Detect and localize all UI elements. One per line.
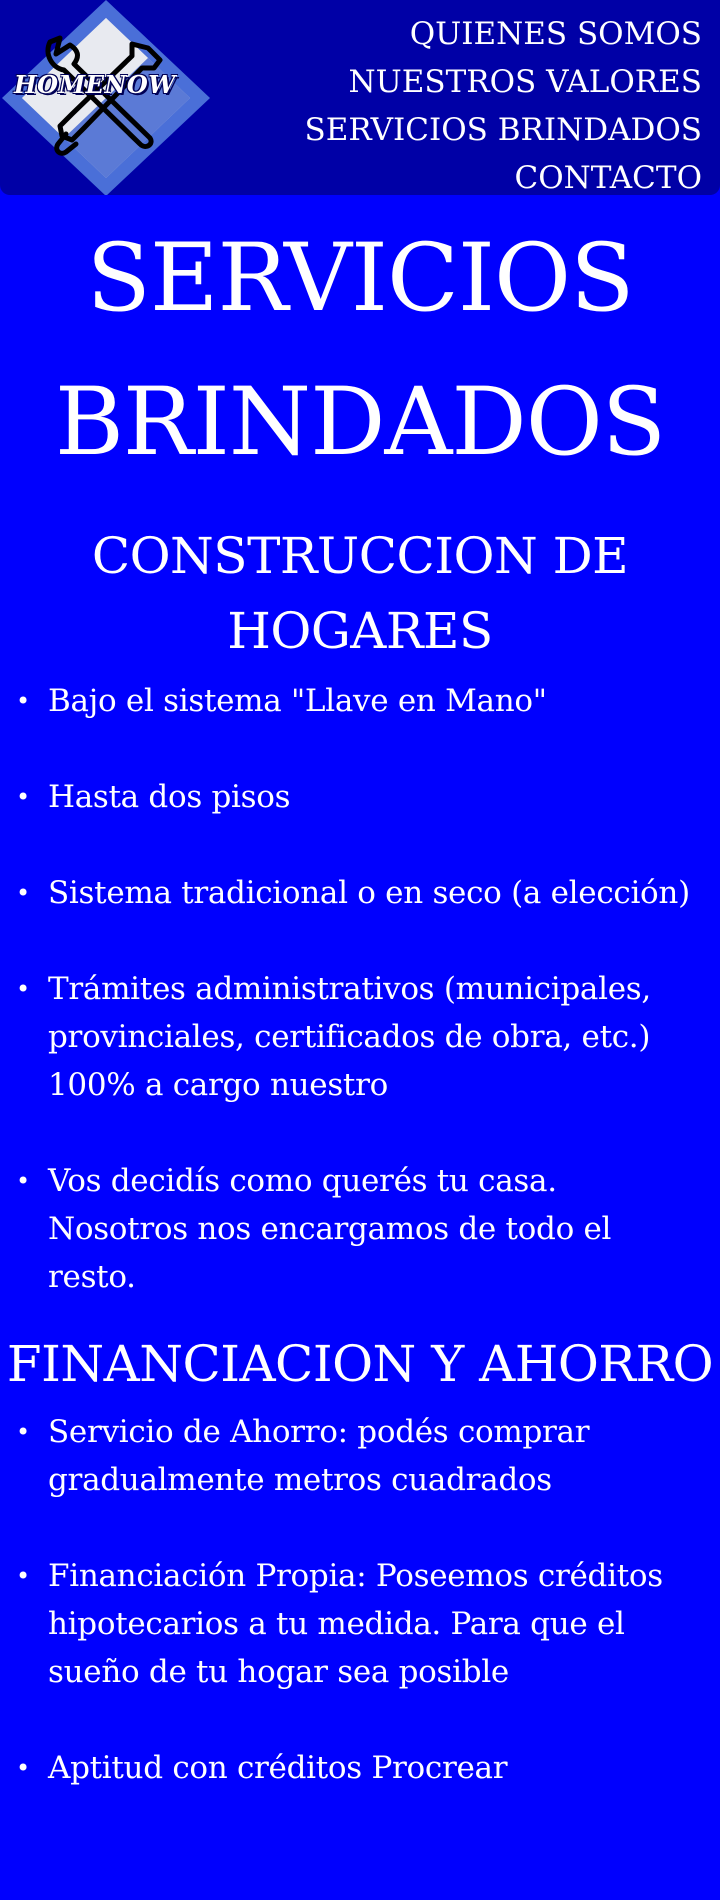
homenow-logo[interactable]: HOMENOW — [0, 0, 212, 195]
list-item-text: Aptitud con créditos Procrear — [48, 1750, 508, 1786]
list-item-text: Trámites administrativos (municipales, p… — [48, 971, 651, 1103]
list-item-text: Financiación Propia: Poseemos créditos h… — [48, 1558, 663, 1690]
section-title-financiacion: FINANCIACION Y AHORRO — [6, 1335, 714, 1393]
nav-item-nuestros-valores[interactable]: NUESTROS VALORES — [305, 58, 702, 106]
main-content: SERVICIOS BRINDADOS CONSTRUCCION DE HOGA… — [0, 195, 720, 1792]
bullet-dot-icon: • — [16, 1754, 30, 1782]
section-title-construccion: CONSTRUCCION DE HOGARES — [91, 527, 629, 660]
list-item: • Trámites administrativos (municipales, … — [16, 965, 720, 1109]
bullet-dot-icon: • — [16, 1562, 30, 1590]
list-item: • Vos decidís como querés tu casa. Nosotr… — [16, 1157, 720, 1301]
list-item: • Financiación Propia: Poseemos créditos … — [16, 1552, 720, 1696]
nav-item-contacto[interactable]: CONTACTO — [305, 154, 702, 195]
list-item-text: Sistema tradicional o en seco (a elecció… — [48, 875, 690, 911]
main-navigation: QUIENES SOMOS NUESTROS VALORES SERVICIOS… — [305, 10, 702, 195]
nav-item-quienes-somos[interactable]: QUIENES SOMOS — [305, 10, 702, 58]
nav-item-servicios-brindados[interactable]: SERVICIOS BRINDADOS — [305, 106, 702, 154]
list-item-text: Bajo el sistema "Llave en Mano" — [48, 683, 547, 719]
list-item-text: Vos decidís como querés tu casa. Nosotro… — [48, 1163, 612, 1295]
site-header: HOMENOW QUIENES SOMOS NUESTROS VALORES S… — [0, 0, 720, 195]
bullet-dot-icon: • — [16, 879, 30, 907]
bullet-dot-icon: • — [16, 975, 30, 1003]
financiacion-list: • Servicio de Ahorro: podés comprar gradu… — [0, 1408, 720, 1792]
list-item: • Hasta dos pisos — [16, 773, 720, 821]
logo-text: HOMENOW — [14, 70, 176, 99]
bullet-dot-icon: • — [16, 1167, 30, 1195]
list-item: • Sistema tradicional o en seco (a elecci… — [16, 869, 720, 917]
list-item-text: Servicio de Ahorro: podés comprar gradua… — [48, 1414, 590, 1498]
list-item: • Aptitud con créditos Procrear — [16, 1744, 720, 1792]
construccion-list: • Bajo el sistema "Llave en Mano" • Hasta … — [0, 677, 720, 1301]
bullet-dot-icon: • — [16, 1418, 30, 1446]
bullet-dot-icon: • — [16, 783, 30, 811]
list-item: • Servicio de Ahorro: podés comprar gradu… — [16, 1408, 720, 1504]
list-item: • Bajo el sistema "Llave en Mano" — [16, 677, 720, 725]
list-item-text: Hasta dos pisos — [48, 779, 291, 815]
bullet-dot-icon: • — [16, 687, 30, 715]
page-title: SERVICIOS BRINDADOS — [54, 224, 666, 477]
